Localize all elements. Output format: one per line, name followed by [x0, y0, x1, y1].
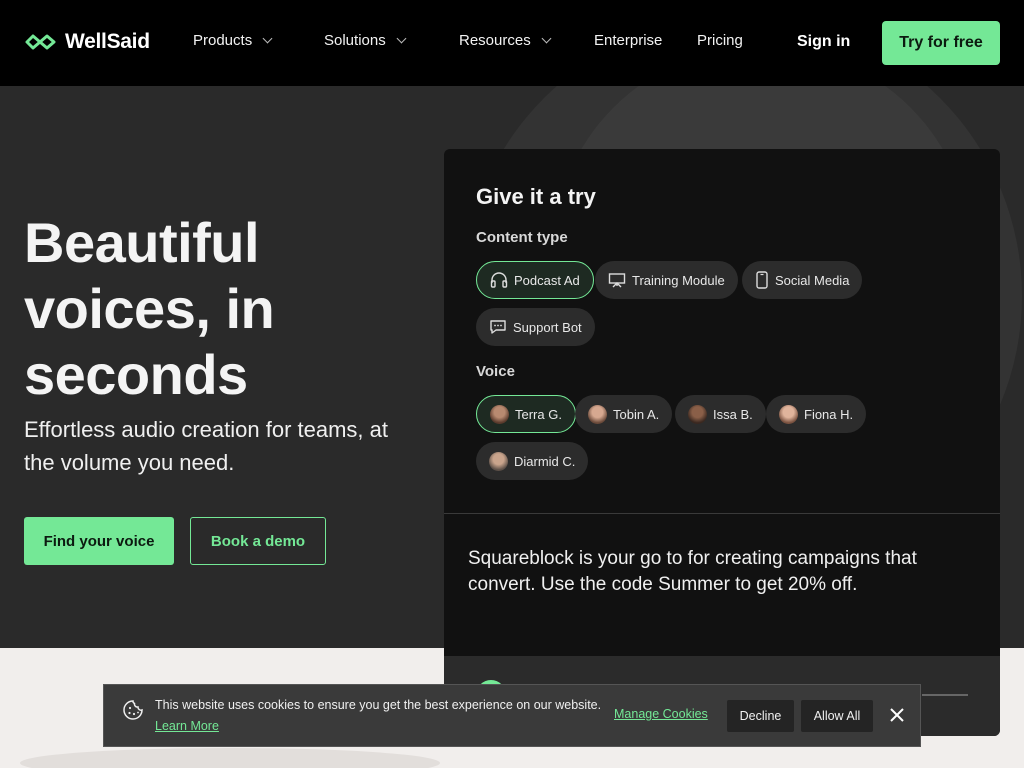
chip-label: Social Media: [775, 272, 850, 288]
voice-terra[interactable]: Terra G.: [476, 395, 576, 433]
chip-label: Training Module: [632, 272, 725, 288]
content-type-podcast-ad[interactable]: Podcast Ad: [476, 261, 594, 299]
nav-resources[interactable]: Resources: [459, 32, 552, 49]
sample-text[interactable]: Squareblock is your go to for creating c…: [468, 546, 968, 598]
sign-in-link[interactable]: Sign in: [797, 33, 850, 51]
chat-icon: [490, 320, 506, 334]
cookie-banner: This website uses cookies to ensure you …: [103, 684, 921, 747]
try-it-panel: Give it a try Content type Podcast Ad Tr…: [444, 149, 1000, 736]
voice-issa[interactable]: Issa B.: [675, 395, 766, 433]
nav-enterprise[interactable]: Enterprise: [594, 32, 662, 49]
chip-label: Terra G.: [515, 406, 562, 422]
chip-label: Podcast Ad: [514, 272, 580, 288]
manage-cookies-link[interactable]: Manage Cookies: [614, 707, 708, 721]
chip-label: Tobin A.: [613, 406, 660, 422]
top-nav: WellSaid Products Solutions Resources En…: [0, 0, 1024, 86]
chip-label: Issa B.: [713, 406, 753, 422]
voice-tobin[interactable]: Tobin A.: [575, 395, 673, 433]
content-type-social-media[interactable]: Social Media: [742, 261, 863, 299]
voice-label: Voice: [476, 363, 515, 380]
nav-solutions-label: Solutions: [324, 32, 386, 49]
chip-label: Support Bot: [513, 319, 582, 335]
audio-progress-bar[interactable]: [922, 694, 968, 696]
find-your-voice-button[interactable]: Find your voice: [24, 517, 174, 565]
nav-products[interactable]: Products: [193, 32, 273, 49]
nav-pricing-label: Pricing: [697, 32, 743, 49]
logo[interactable]: WellSaid: [24, 30, 150, 54]
nav-pricing[interactable]: Pricing: [697, 32, 743, 49]
phone-icon: [756, 271, 768, 289]
nav-solutions[interactable]: Solutions: [324, 32, 407, 49]
content-type-label: Content type: [476, 229, 568, 246]
cookie-message: This website uses cookies to ensure you …: [155, 698, 602, 712]
chevron-down-icon: [396, 33, 407, 44]
avatar: [490, 404, 509, 424]
hero-headline: Beautiful voices, in seconds: [24, 211, 275, 406]
hero-subhead: Effortless audio creation for teams, at …: [24, 417, 388, 475]
chevron-down-icon: [262, 33, 273, 44]
panel-title: Give it a try: [476, 184, 596, 209]
chip-label: Diarmid C.: [514, 453, 576, 469]
nav-resources-label: Resources: [459, 32, 531, 49]
nav-enterprise-label: Enterprise: [594, 32, 663, 49]
avatar: [489, 451, 508, 471]
chevron-down-icon: [541, 33, 552, 44]
brand-name: WellSaid: [65, 30, 150, 53]
headphones-icon: [490, 272, 508, 288]
chip-label: Fiona H.: [804, 406, 854, 422]
close-icon[interactable]: [887, 705, 907, 725]
decline-button[interactable]: Decline: [727, 700, 794, 732]
avatar: [688, 404, 707, 424]
content-type-training-module[interactable]: Training Module: [595, 261, 738, 299]
avatar: [588, 404, 607, 424]
content-type-support-bot[interactable]: Support Bot: [476, 308, 595, 346]
voice-diarmid[interactable]: Diarmid C.: [476, 442, 589, 480]
avatar: [779, 404, 798, 424]
presentation-icon: [608, 273, 626, 288]
wellsaid-logo-icon: [25, 34, 56, 50]
nav-products-label: Products: [193, 32, 253, 49]
allow-all-button[interactable]: Allow All: [801, 700, 873, 732]
cookie-icon: [123, 700, 143, 720]
decorative-shape: [20, 748, 440, 768]
voice-fiona[interactable]: Fiona H.: [766, 395, 867, 433]
book-a-demo-button[interactable]: Book a demo: [190, 517, 326, 565]
try-for-free-button[interactable]: Try for free: [882, 21, 1000, 65]
learn-more-link[interactable]: Learn More: [155, 719, 219, 733]
divider: [444, 513, 1000, 514]
